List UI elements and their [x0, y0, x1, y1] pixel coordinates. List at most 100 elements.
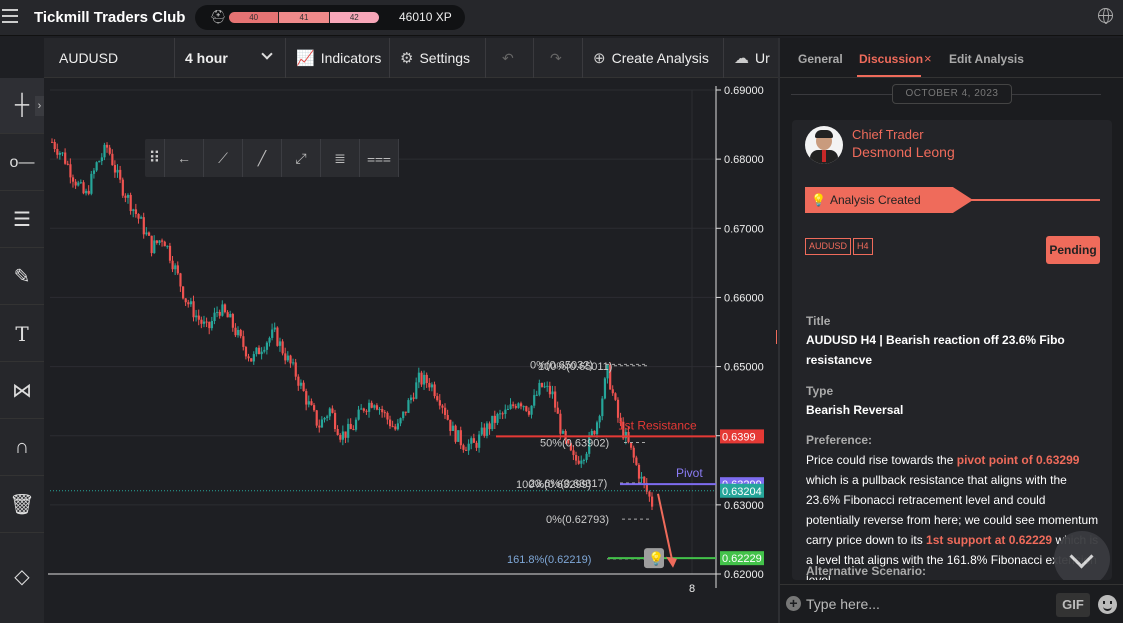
tab-discussion[interactable]: Discussion [859, 52, 923, 66]
candle-body [611, 389, 614, 394]
candle-body [585, 453, 588, 460]
candle-body [237, 329, 240, 336]
candle-body [168, 245, 172, 261]
line-tool[interactable]: o— [0, 135, 44, 191]
candle-body [208, 321, 211, 329]
channel-tool[interactable]: ☰ [0, 192, 44, 248]
analysis-panel: General Discussion × Edit Analysis OCTOB… [778, 38, 1123, 623]
candle-body [171, 260, 174, 270]
candle-body [284, 353, 287, 361]
close-icon[interactable]: × [924, 51, 932, 66]
candle-body [475, 442, 478, 448]
author-name[interactable]: Desmond Leong [852, 144, 955, 160]
globe-icon[interactable] [1098, 8, 1113, 24]
candle-body [512, 404, 515, 407]
candle-body [210, 321, 214, 329]
candle-body [153, 240, 156, 254]
message-input[interactable] [806, 593, 1046, 615]
tab-edit-analysis[interactable]: Edit Analysis [949, 52, 1024, 66]
y-tick-label: 0.66000 [724, 292, 764, 304]
undo-button[interactable]: ↶ [486, 38, 534, 78]
brush-tool[interactable]: ✎ [0, 249, 44, 305]
undo-icon: ↶ [502, 49, 514, 66]
candle-body [257, 347, 261, 355]
candle-body [417, 372, 421, 383]
candle-body [522, 406, 525, 408]
symbol-selector[interactable]: AUDUSD [44, 38, 175, 78]
candle-body [506, 408, 510, 410]
candle-body [375, 405, 379, 410]
upload-label: Ur [755, 50, 770, 66]
layers-tool[interactable]: ◇ [0, 548, 44, 604]
candle-body [302, 382, 305, 392]
expand-arrow-icon[interactable]: › [35, 96, 44, 116]
ray-line-icon[interactable]: ╱ [243, 139, 282, 177]
candle-body [368, 402, 371, 412]
pattern-tool[interactable]: ⋈ [0, 363, 44, 419]
redo-button[interactable]: ↷ [534, 38, 583, 78]
upload-button[interactable]: ☁ Ur [724, 38, 778, 78]
fib-retracement-icon[interactable]: ⩶ [360, 139, 399, 177]
candle-body [438, 400, 441, 406]
candle-body [140, 217, 143, 219]
candle-body [651, 496, 654, 507]
menu-icon[interactable] [2, 9, 18, 23]
candle-body [559, 413, 562, 434]
horizontal-ray-icon[interactable]: ← [165, 139, 204, 177]
candle-body [197, 315, 200, 320]
timeframe-tag: H4 [853, 238, 873, 255]
trend-line-icon[interactable]: ⟋ [204, 139, 243, 177]
candle-body [273, 327, 276, 330]
candle-body [147, 232, 151, 236]
candle-body [189, 301, 193, 305]
candle-body [328, 408, 331, 417]
xp-total: 46010 XP [399, 10, 452, 24]
candle-body [260, 351, 263, 355]
title-value: AUDUSD H4 | Bearish reaction off 23.6% F… [806, 333, 1065, 367]
avatar[interactable] [805, 126, 843, 164]
candle-body [470, 438, 473, 444]
candle-body [540, 382, 544, 387]
xp-level-bar: 40 41 42 [229, 12, 379, 23]
tab-general[interactable]: General [798, 52, 843, 66]
candle-body [92, 170, 96, 174]
candle-body [195, 315, 198, 318]
candle-body [535, 394, 538, 396]
text-tool[interactable]: T [0, 306, 44, 362]
delete-tool[interactable]: 🗑 [0, 477, 44, 533]
indicators-button[interactable]: 📈 Indicators [286, 38, 390, 78]
plus-circle-icon: ⊕ [593, 50, 606, 67]
scroll-down-button[interactable] [1054, 531, 1110, 580]
level-line-label: Pivot [676, 466, 703, 480]
magnet-tool[interactable]: ∩ [0, 420, 44, 476]
candle-body [142, 217, 145, 235]
settings-button[interactable]: ⚙ Settings [390, 38, 486, 78]
add-attachment-icon[interactable]: + [786, 596, 801, 611]
drag-handle-icon[interactable]: ⠿ [145, 139, 165, 177]
gif-button[interactable]: GIF [1056, 593, 1090, 617]
candle-body [182, 286, 185, 299]
candle-body [635, 457, 638, 465]
extended-line-icon[interactable]: ⤢ [282, 139, 321, 177]
y-tick-label: 0.68000 [724, 154, 764, 166]
layers-icon: ◇ [14, 565, 30, 588]
candle-body [546, 385, 549, 387]
candle-body [582, 459, 586, 461]
candle-body [66, 163, 69, 165]
candle-body [386, 412, 389, 420]
create-analysis-button[interactable]: ⊕ Create Analysis [583, 38, 724, 78]
emoji-icon[interactable] [1098, 595, 1117, 614]
crosshair-tool[interactable]: ┼ › [0, 78, 44, 134]
timeframe-dropdown[interactable]: 4 hour [175, 38, 286, 78]
candle-body [598, 416, 601, 423]
candle-body [163, 241, 166, 247]
candle-body [543, 386, 546, 388]
pref-part: Price could rise towards the [806, 453, 957, 467]
candle-body [244, 346, 248, 357]
candle-body [556, 407, 559, 414]
candle-body [378, 408, 381, 410]
indicators-icon: 📈 [296, 50, 315, 67]
candle-body [352, 429, 355, 431]
parallel-channel-icon[interactable]: ≣ [321, 139, 360, 177]
create-analysis-label: Create Analysis [611, 50, 709, 66]
